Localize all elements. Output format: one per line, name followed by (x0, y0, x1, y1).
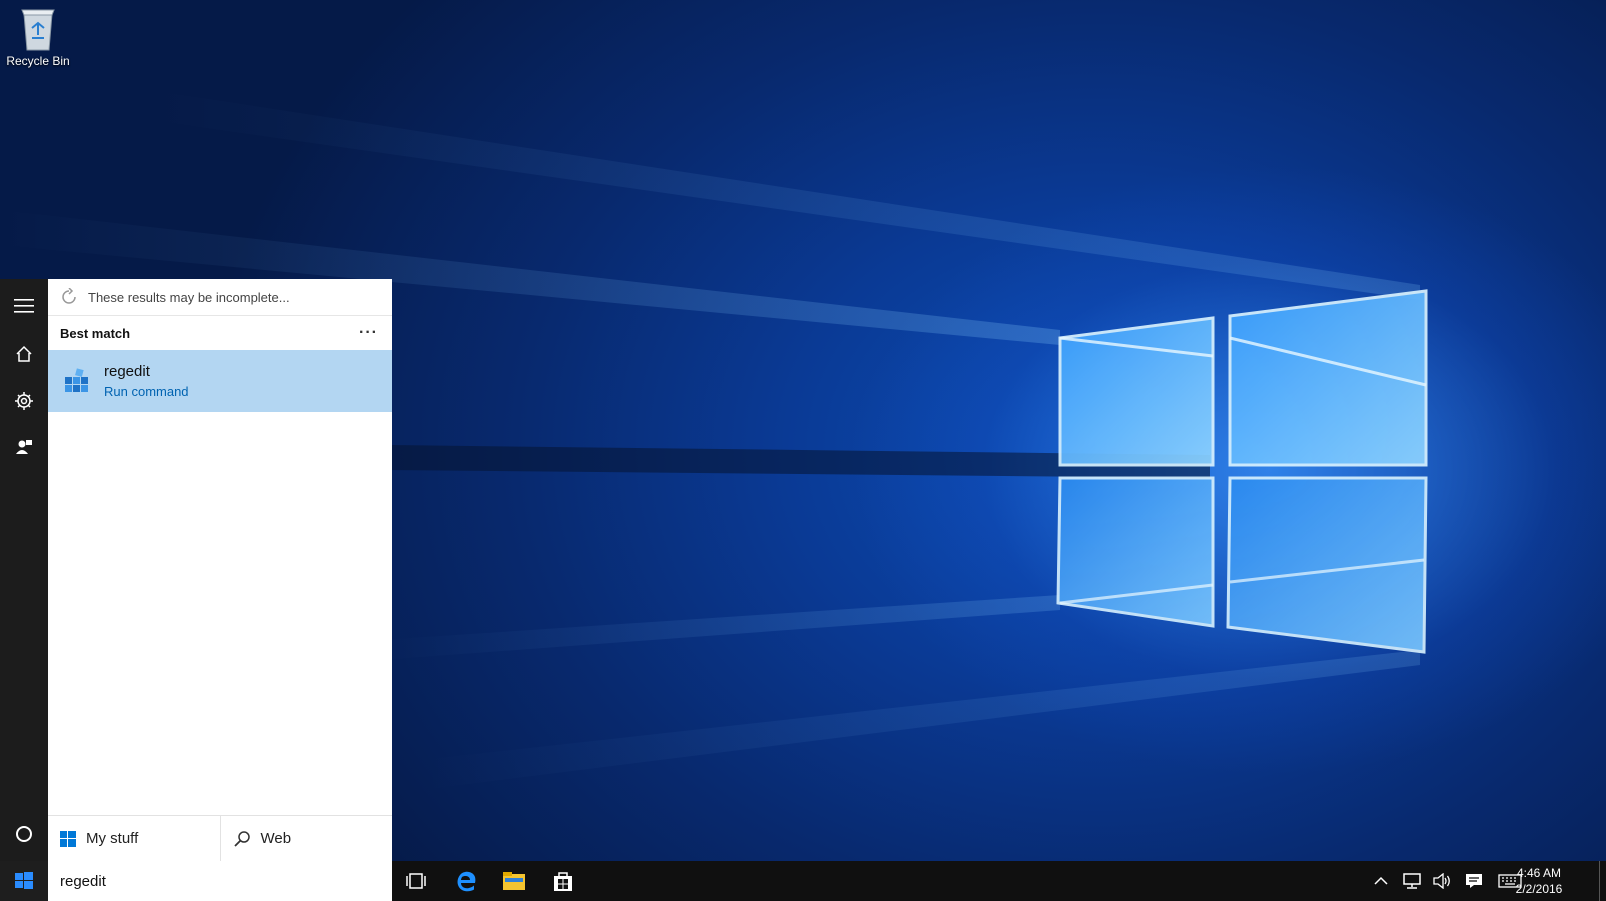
store-icon (554, 872, 572, 891)
cortana-circle-icon (16, 826, 32, 842)
volume-tray-button[interactable] (1430, 861, 1454, 901)
incomplete-results-notice: These results may be incomplete... (48, 279, 392, 316)
volume-icon (1433, 873, 1450, 889)
windows-logo-icon (60, 830, 76, 847)
result-title: regedit (104, 363, 150, 380)
my-stuff-label: My stuff (86, 830, 139, 847)
regedit-icon (65, 368, 88, 392)
start-rail (0, 279, 48, 861)
settings-icon (15, 392, 33, 410)
recycle-bin-icon (18, 6, 58, 52)
file-explorer-icon (503, 872, 525, 890)
action-center-button[interactable] (1462, 861, 1486, 901)
home-button[interactable] (0, 331, 48, 377)
more-options-button[interactable]: ··· (359, 324, 378, 342)
taskbar-clock[interactable]: 4:46 AM 2/2/2016 (1504, 865, 1574, 897)
hamburger-menu-button[interactable] (0, 283, 48, 329)
best-match-header: Best match ··· (48, 316, 392, 350)
start-button[interactable] (0, 861, 48, 901)
section-title: Best match (60, 325, 131, 341)
best-match-result[interactable]: regedit Run command (48, 350, 392, 412)
windows-start-icon (15, 872, 33, 889)
network-tray-button[interactable] (1400, 861, 1424, 901)
taskbar: 4:46 AM 2/2/2016 (0, 861, 1606, 901)
file-explorer-button[interactable] (496, 861, 532, 901)
clock-date: 2/2/2016 (1515, 882, 1563, 896)
store-button[interactable] (545, 861, 581, 901)
feedback-button[interactable] (0, 424, 48, 470)
menu-icon (14, 299, 34, 313)
home-icon (16, 345, 32, 362)
settings-button[interactable] (0, 378, 48, 424)
edge-icon (457, 871, 476, 892)
refresh-icon (62, 288, 76, 304)
result-subtitle: Run command (104, 384, 189, 399)
web-label: Web (260, 830, 292, 847)
search-results-panel: These results may be incomplete... Best … (48, 279, 392, 861)
recycle-bin-label: Recycle Bin (6, 54, 70, 68)
web-button[interactable]: Web (219, 816, 393, 861)
cortana-button[interactable] (0, 811, 48, 857)
notice-text: These results may be incomplete... (88, 289, 290, 305)
search-icon (233, 830, 250, 847)
action-center-icon (1466, 874, 1482, 888)
chevron-up-icon (1374, 876, 1388, 885)
task-view-icon (406, 873, 426, 889)
clock-time: 4:46 AM (1516, 866, 1562, 880)
taskbar-search-input[interactable] (48, 861, 392, 901)
search-scope-bar: My stuff Web (48, 815, 392, 861)
feedback-icon (16, 440, 32, 454)
show-hidden-icons-button[interactable] (1370, 861, 1392, 901)
show-desktop-button[interactable] (1599, 861, 1606, 901)
edge-button[interactable] (448, 861, 484, 901)
task-view-button[interactable] (398, 861, 434, 901)
network-icon (1403, 873, 1421, 889)
my-stuff-button[interactable]: My stuff (48, 816, 220, 861)
desktop-icon-recycle-bin[interactable]: Recycle Bin (2, 6, 74, 68)
